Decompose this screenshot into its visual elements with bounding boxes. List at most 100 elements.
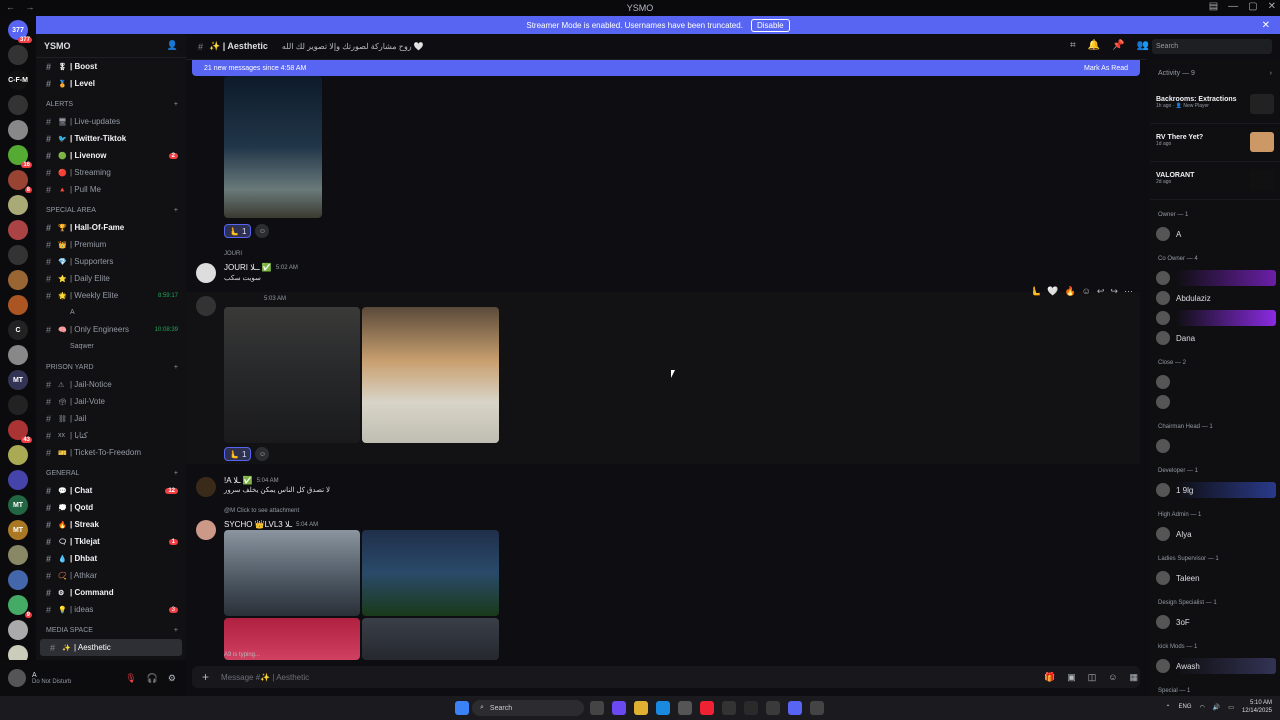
channel-category[interactable]: PRISON YARD + [36,359,186,376]
threads-icon[interactable]: ⌗ [1070,40,1076,51]
mute-icon[interactable]: 🎙 [125,673,136,684]
channel-item[interactable]: # 🎫 | Ticket-To-Freedom [36,444,186,461]
copilot-icon[interactable] [612,701,626,715]
add-channel-icon[interactable]: + [174,627,178,634]
member-item[interactable] [1150,308,1280,328]
server-icon[interactable] [8,345,28,365]
message-author[interactable]: !A ـلا ✅ [224,476,253,485]
inbox-icon[interactable]: ▤ [1209,1,1218,12]
forward-icon[interactable]: ↪ [1110,286,1118,297]
channel-category[interactable]: MEDIA SPACE + [36,622,186,639]
server-icon[interactable] [8,245,28,265]
server-icon[interactable] [8,95,28,115]
wifi-icon[interactable]: ◠ [1200,704,1205,711]
server-icon[interactable]: 377 377 [8,20,32,43]
activity-card[interactable]: VALORANT 2d ago [1150,162,1280,200]
channel-item[interactable]: # 🐦 | Twitter-Tiktok [36,130,186,147]
channel-item[interactable]: # 🎖 | Boost [36,58,186,75]
server-icon[interactable]: MT [8,495,28,515]
server-icon[interactable]: C [8,320,28,340]
channel-item[interactable]: # xx | كتابا [36,427,186,444]
activity-card[interactable]: Backrooms: Extractions 1h ago · 👤 New Pla… [1150,86,1280,124]
emoji-icon[interactable]: ☺ [1108,672,1117,683]
server-icon[interactable]: 16 [8,145,32,168]
close-window-icon[interactable]: ✕ [1268,1,1276,12]
maximize-icon[interactable]: ▢ [1248,1,1257,12]
apps-icon[interactable]: ▦ [1129,672,1138,683]
server-icon[interactable] [8,270,28,290]
channel-item[interactable]: # 🏅 | Level [36,75,186,92]
channel-item[interactable]: # ⛓ | Jail [36,410,186,427]
add-attachment-icon[interactable]: + [202,670,209,684]
member-item[interactable] [1150,268,1280,288]
discord-icon[interactable] [788,701,802,715]
app-icon[interactable] [810,701,824,715]
channel-item[interactable]: # ⚙ | Command [36,584,186,601]
members-icon[interactable]: 👥 [1137,40,1149,51]
channel-item[interactable]: # 💎 | Supporters [36,253,186,270]
pin-icon[interactable]: 📌 [1112,40,1124,51]
server-icon[interactable]: C-F-M [8,70,28,90]
server-icon[interactable] [8,445,28,465]
channel-item[interactable]: # ✨ | Aesthetic [40,639,182,656]
channel-item[interactable]: # 💭 | Qotd [36,499,186,516]
channel-item[interactable]: # 💧 | Dhbat [36,550,186,567]
windows-start-icon[interactable] [455,701,469,715]
channel-item[interactable]: # 🧠 | Only Engineers 10:08:39 [36,321,186,338]
channel-item[interactable]: # 👑 | Premium [36,236,186,253]
channel-item[interactable]: # ⭐ | Daily Elite [36,270,186,287]
member-item[interactable] [1150,436,1280,456]
avatar[interactable] [196,263,216,283]
chevron-right-icon[interactable]: › [1270,70,1272,77]
server-icon[interactable] [8,295,28,315]
channel-item[interactable]: # 🔺 | Pull Me [36,181,186,198]
channel-item[interactable]: # 🔥 | Streak [36,516,186,533]
voice-member[interactable]: A [36,304,186,321]
reply-reference[interactable]: JOURI [224,251,242,257]
app-icon[interactable] [744,701,758,715]
new-messages-bar[interactable]: 21 new messages since 4:58 AM Mark As Re… [192,60,1140,76]
clock[interactable]: 5:10 AM 12/14/2025 [1242,699,1272,715]
chrome-icon[interactable] [766,701,780,715]
image-attachment[interactable] [362,307,499,443]
server-icon[interactable] [8,220,28,240]
image-attachment[interactable] [362,530,499,616]
deafen-icon[interactable]: 🎧 [147,673,158,684]
chevron-up-icon[interactable]: ⌃ [1166,704,1171,711]
image-attachment[interactable] [224,530,360,616]
channel-item[interactable]: # 🏆 | Hall-Of-Fame [36,219,186,236]
channel-item[interactable]: # 🟢 | Livenow 2 [36,147,186,164]
settings-icon[interactable]: ⚙ [168,673,176,684]
bell-icon[interactable]: 🔔 [1088,40,1100,51]
member-item[interactable]: Abdulaziz [1150,288,1280,308]
image-attachment[interactable] [224,307,360,443]
server-icon[interactable]: 8 [8,170,32,193]
reaction-shortcut-icon[interactable]: 🫷 [1030,286,1041,297]
member-item[interactable]: Alya [1150,524,1280,544]
message-author[interactable]: SYCHO 👑LVL3 ـلا [224,520,292,529]
channel-item[interactable]: # 🖥 | Live-updates [36,113,186,130]
more-icon[interactable]: ⋯ [1124,286,1133,297]
add-channel-icon[interactable]: + [174,101,178,108]
disable-button[interactable]: Disable [750,18,790,32]
reaction[interactable]: 🫷 1 [224,447,252,461]
activity-header[interactable]: Activity — 9 › [1150,60,1280,86]
server-icon[interactable] [8,570,28,590]
close-icon[interactable]: ✕ [1262,20,1270,31]
channel-item[interactable]: # 🗳 | Jail-Vote [36,393,186,410]
add-channel-icon[interactable]: + [174,207,178,214]
guild-header[interactable]: YSMO 👤 [36,34,186,58]
add-reaction-icon[interactable]: ☺ [255,447,270,461]
minimize-icon[interactable]: — [1228,1,1238,12]
channel-item[interactable]: # 🗨 | Tklejat 1 [36,533,186,550]
server-icon[interactable]: MT [8,370,28,390]
server-icon[interactable] [8,620,28,640]
channel-category[interactable]: SPECIAL AREA + [36,202,186,219]
reply-reference[interactable]: @M Click to see attachment [224,508,299,514]
avatar[interactable] [8,669,26,687]
server-icon[interactable] [8,195,28,215]
add-reaction-icon[interactable]: ☺ [255,224,270,238]
volume-icon[interactable]: 🔊 [1213,704,1220,711]
search-input[interactable]: Search [1152,39,1272,54]
add-channel-icon[interactable]: + [174,470,178,477]
